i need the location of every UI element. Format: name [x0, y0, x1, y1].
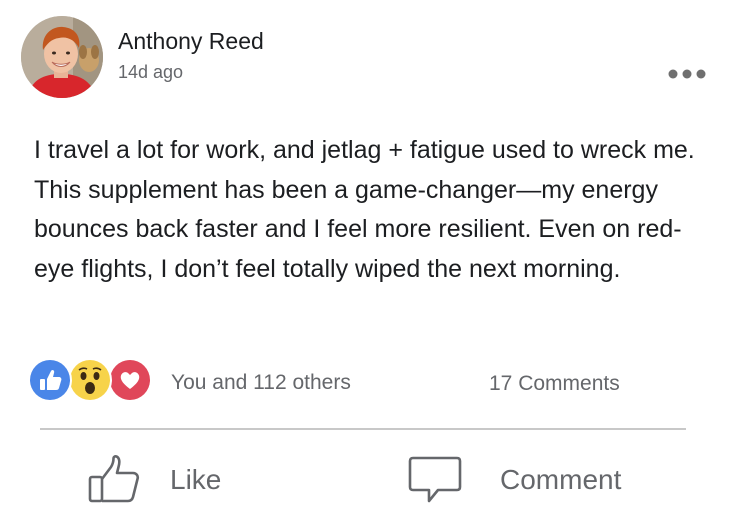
author-name[interactable]: Anthony Reed — [118, 28, 264, 55]
like-button[interactable]: Like — [88, 450, 221, 510]
divider — [40, 428, 686, 430]
wow-reaction-icon — [68, 358, 112, 402]
comment-button[interactable]: Comment — [408, 450, 621, 510]
comments-count[interactable]: 17 Comments — [489, 372, 620, 396]
reaction-summary[interactable]: You and 112 others — [171, 371, 351, 395]
ellipsis-icon — [668, 69, 706, 79]
speech-bubble-icon — [408, 456, 462, 503]
author-avatar[interactable] — [21, 16, 103, 98]
reaction-icons[interactable] — [28, 358, 156, 402]
avatar-photo — [21, 16, 103, 98]
post-text: I travel a lot for work, and jetlag + fa… — [34, 136, 695, 283]
like-label: Like — [170, 464, 222, 495]
thumbs-up-icon — [88, 455, 140, 503]
post-timestamp[interactable]: 14d ago — [118, 62, 183, 83]
like-reaction-icon — [28, 358, 72, 402]
more-options-button[interactable] — [664, 62, 710, 86]
comment-label: Comment — [500, 464, 622, 495]
love-reaction-icon — [108, 358, 152, 402]
